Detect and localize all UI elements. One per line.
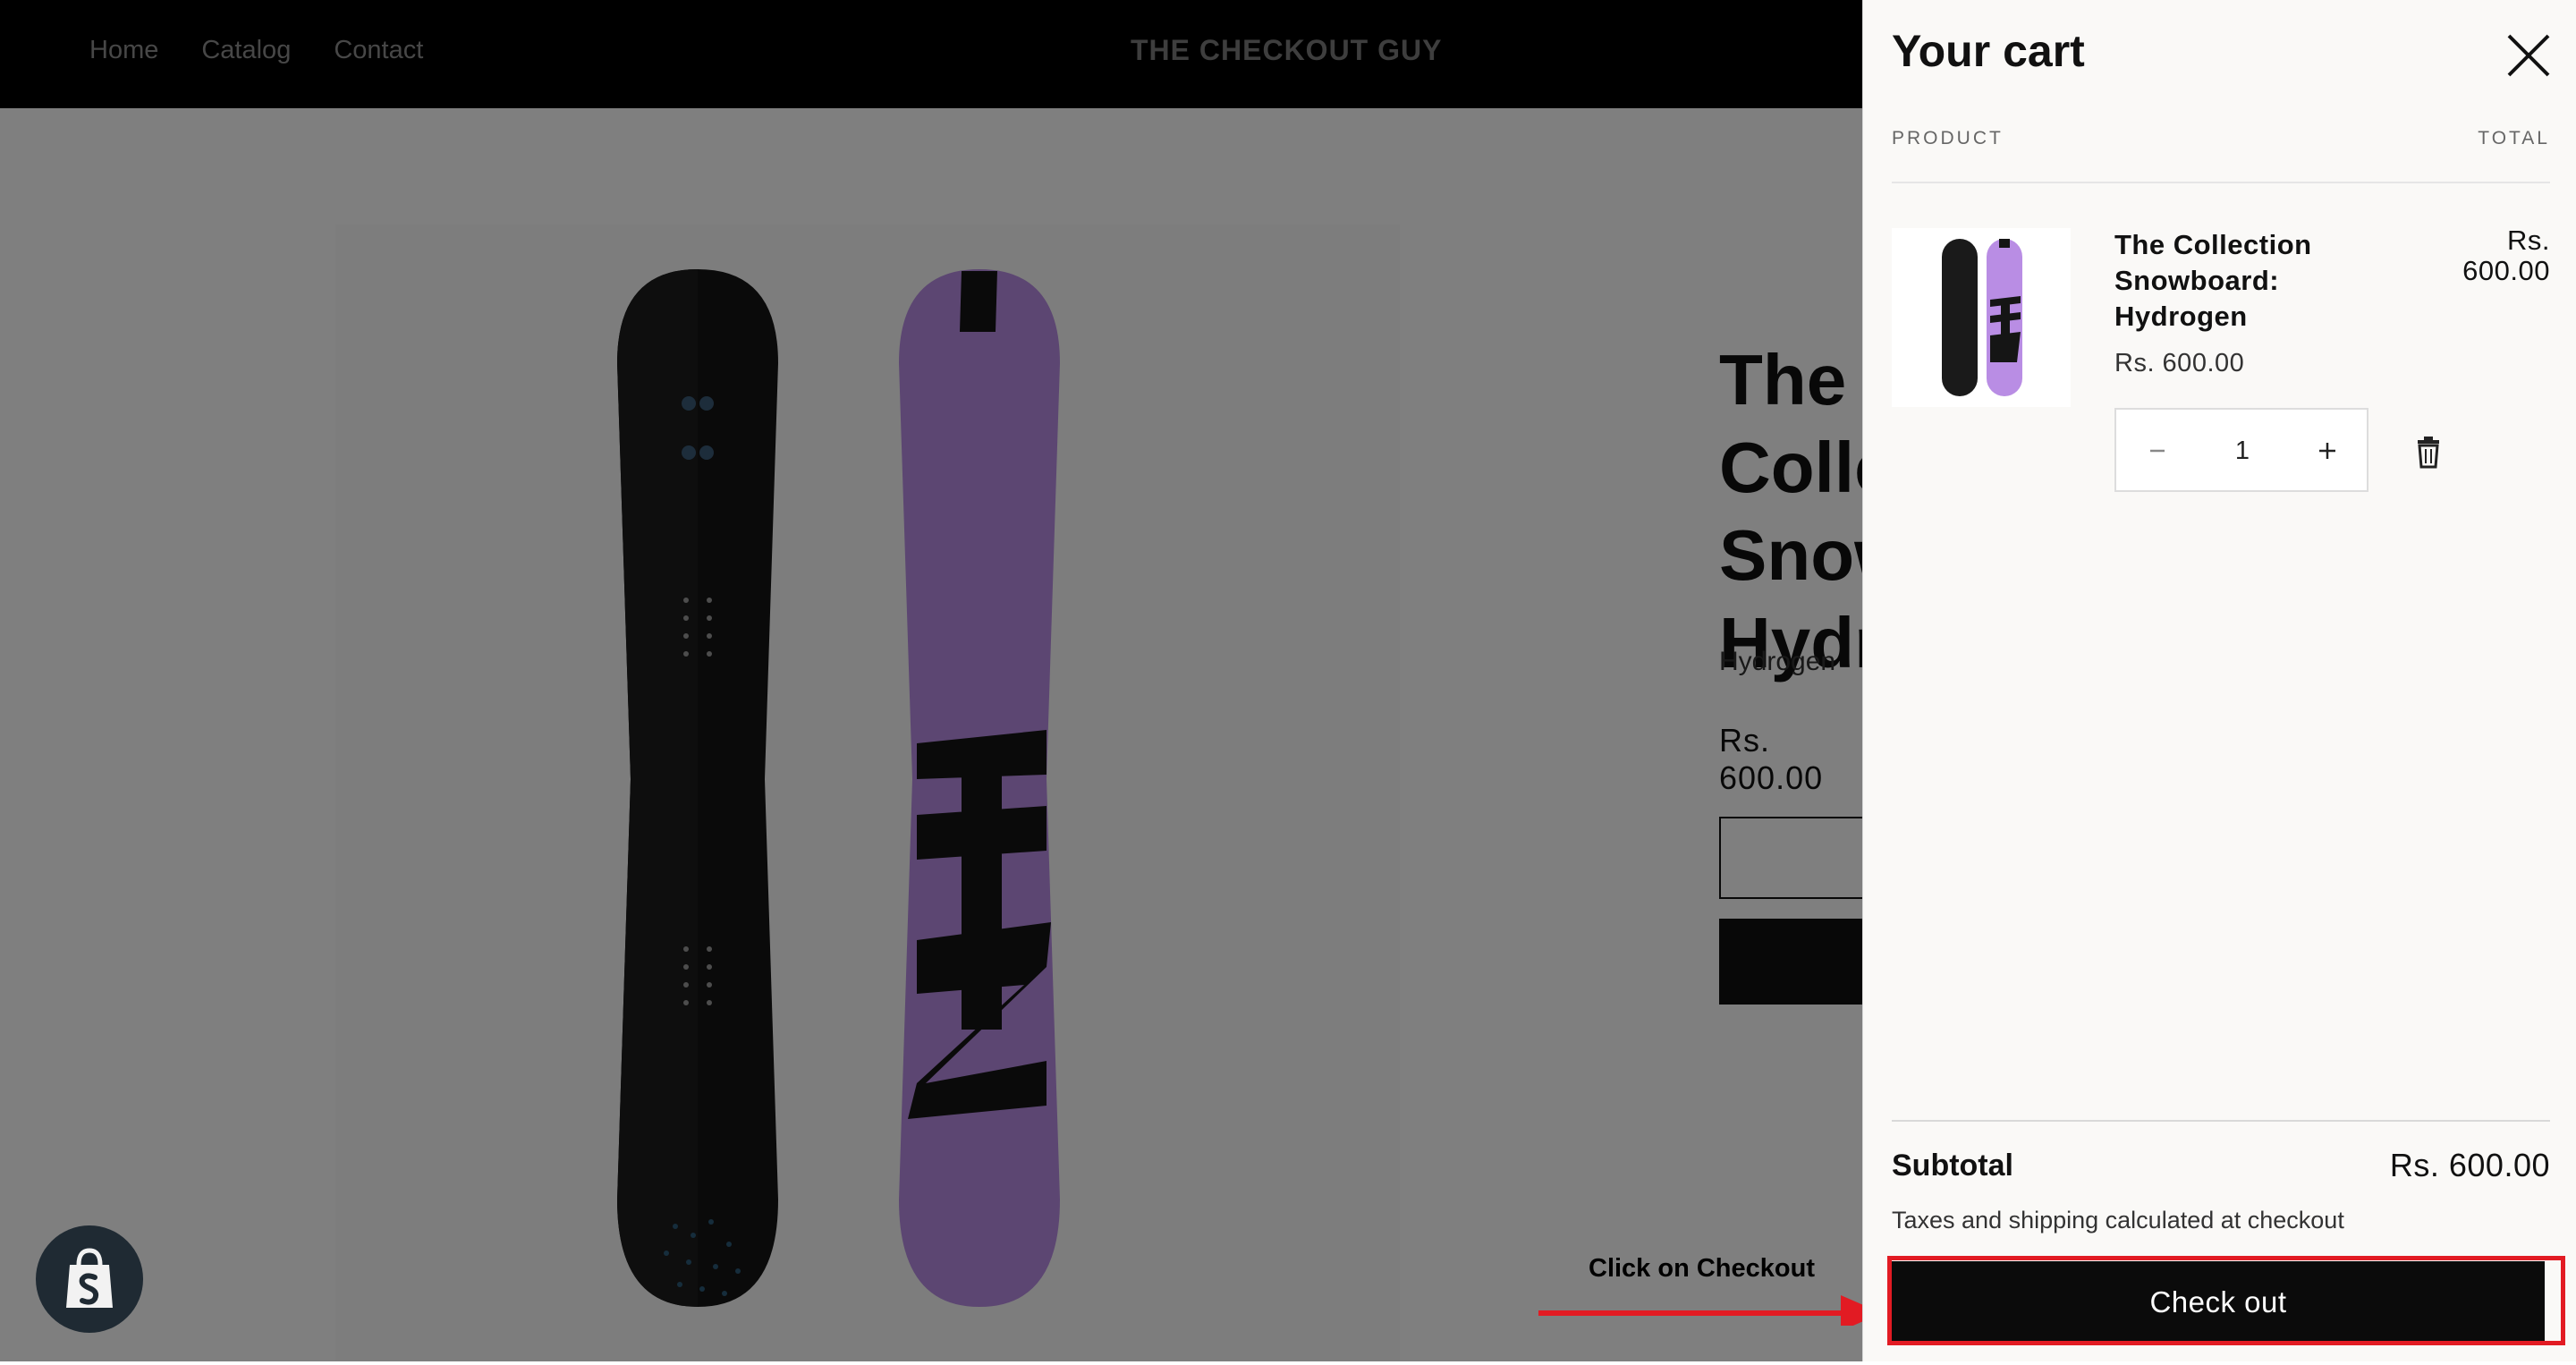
snowboard-thumbnail-image [1942, 239, 2022, 396]
cart-item-name[interactable]: The Collection Snowboard: Hydrogen [2114, 227, 2347, 335]
cart-item-price: Rs. 600.00 [2114, 349, 2245, 377]
annotation-arrow-icon [1538, 1295, 1882, 1326]
subtotal-value: Rs. 600.00 [2389, 1147, 2550, 1183]
minus-icon[interactable] [2136, 429, 2179, 472]
divider [1892, 182, 2550, 183]
cart-drawer: Your cart PRODUCT TOTAL The Collection S… [1862, 0, 2576, 1361]
annotation-label: Click on Checkout [1589, 1254, 1815, 1283]
trash-icon[interactable] [2412, 435, 2445, 469]
checkout-highlight-box [1887, 1256, 2565, 1345]
cart-item-thumbnail[interactable] [1892, 228, 2071, 407]
cart-item-total: Rs. 600.00 [2462, 225, 2550, 286]
shopify-bag-icon[interactable] [36, 1225, 143, 1333]
divider [1892, 1120, 2550, 1122]
shopify-logo-icon [66, 1248, 113, 1308]
plus-icon[interactable] [2306, 429, 2349, 472]
cart-title: Your cart [1892, 26, 2085, 76]
quantity-input[interactable]: 1 [2206, 437, 2279, 466]
drawer-backdrop[interactable] [0, 0, 1862, 1361]
subtotal-label: Subtotal [1892, 1149, 2013, 1183]
tax-note: Taxes and shipping calculated at checkou… [1892, 1207, 2344, 1234]
close-icon[interactable] [2505, 32, 2552, 79]
column-header-product: PRODUCT [1892, 128, 2004, 148]
quantity-stepper: 1 [2114, 408, 2368, 492]
column-header-total: TOTAL [2478, 128, 2550, 148]
